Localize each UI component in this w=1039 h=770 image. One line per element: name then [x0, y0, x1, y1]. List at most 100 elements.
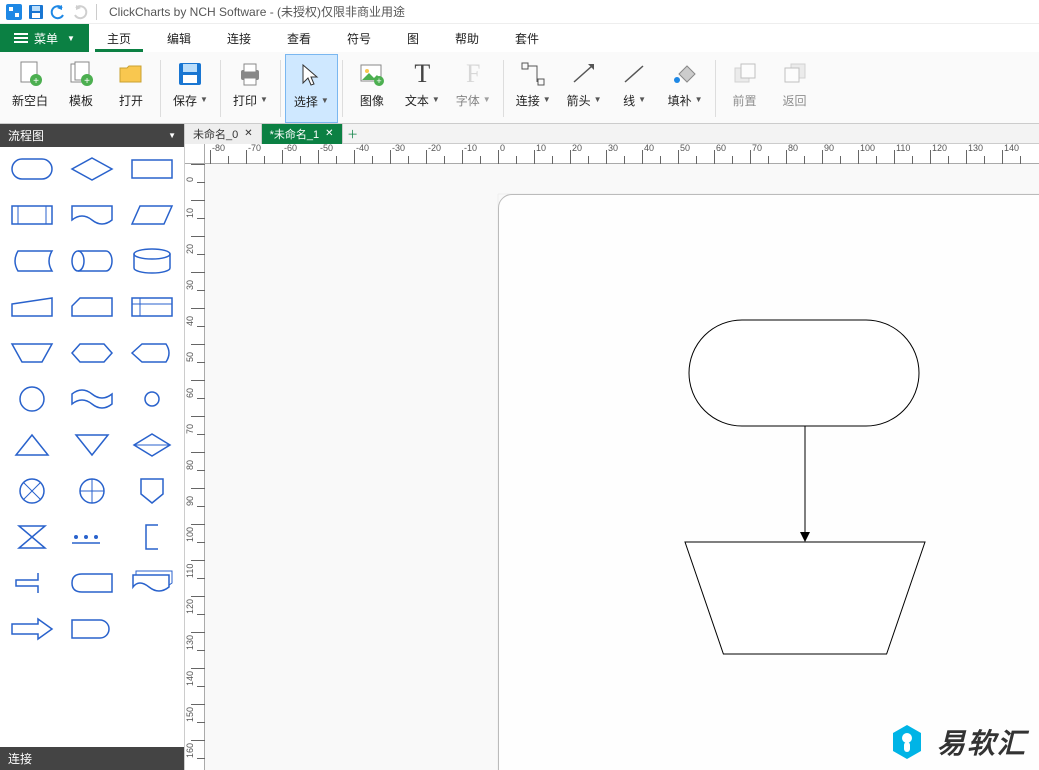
- shape-database[interactable]: [130, 245, 174, 277]
- shape-bracket[interactable]: [130, 521, 174, 553]
- front-button[interactable]: 前置: [720, 54, 770, 123]
- shape-extract[interactable]: [10, 429, 54, 461]
- shape-or[interactable]: [10, 475, 54, 507]
- sidebar-footer-label: 连接: [8, 752, 32, 766]
- shape-direct-data[interactable]: [70, 245, 114, 277]
- toolbar-separator: [503, 60, 504, 117]
- shape-loop[interactable]: [70, 567, 114, 599]
- text-button[interactable]: T 文本▼: [397, 54, 448, 123]
- chevron-down-icon[interactable]: ▼: [260, 95, 268, 104]
- chevron-down-icon: ▼: [67, 34, 75, 43]
- shape-display[interactable]: [130, 337, 174, 369]
- shape-process[interactable]: [130, 153, 174, 185]
- open-button[interactable]: 打开: [106, 54, 156, 123]
- titlebar-separator: [96, 4, 97, 20]
- toolbar-label: 选择: [294, 93, 318, 110]
- toolbar-label: 模板: [69, 92, 93, 109]
- shape-card[interactable]: [70, 291, 114, 323]
- shape-predefined[interactable]: [10, 199, 54, 231]
- arrow-button[interactable]: 箭头▼: [559, 54, 610, 123]
- chevron-down-icon[interactable]: ▼: [594, 95, 602, 104]
- ruler-corner: [185, 144, 205, 164]
- shape-terminator[interactable]: [10, 153, 54, 185]
- shape-connector[interactable]: [10, 383, 54, 415]
- tab-suite[interactable]: 套件: [497, 24, 557, 52]
- tab-edit[interactable]: 编辑: [149, 24, 209, 52]
- undo-icon[interactable]: [48, 2, 68, 22]
- shape-manual-op[interactable]: [10, 337, 54, 369]
- font-button[interactable]: F 字体▼: [448, 54, 499, 123]
- menu-button[interactable]: 菜单 ▼: [0, 24, 89, 52]
- save-quick-icon[interactable]: [26, 2, 46, 22]
- fill-button[interactable]: 填补▼: [660, 54, 711, 123]
- image-button[interactable]: + 图像: [347, 54, 397, 123]
- document-tab[interactable]: *未命名_1 ✕: [262, 124, 343, 144]
- chevron-down-icon[interactable]: ▼: [695, 95, 703, 104]
- chevron-down-icon[interactable]: ▼: [638, 95, 646, 104]
- redo-icon[interactable]: [70, 2, 90, 22]
- chevron-down-icon[interactable]: ▼: [483, 95, 491, 104]
- shape-internal-storage[interactable]: [130, 291, 174, 323]
- save-button[interactable]: 保存▼: [165, 54, 216, 123]
- tab-connect[interactable]: 连接: [209, 24, 269, 52]
- tab-view[interactable]: 查看: [269, 24, 329, 52]
- chevron-down-icon[interactable]: ▼: [321, 96, 329, 105]
- back-button[interactable]: 返回: [770, 54, 820, 123]
- tab-home[interactable]: 主页: [89, 24, 149, 52]
- toolbar-separator: [220, 60, 221, 117]
- shape-decision[interactable]: [70, 153, 114, 185]
- chevron-down-icon[interactable]: ▼: [543, 95, 551, 104]
- shape-sum[interactable]: [70, 475, 114, 507]
- hamburger-icon: [14, 33, 28, 43]
- tab-label: 套件: [515, 30, 539, 47]
- shape-manual-input[interactable]: [10, 291, 54, 323]
- toolbar-separator: [715, 60, 716, 117]
- add-document-button[interactable]: ＋: [343, 126, 363, 142]
- tab-label: 图: [407, 30, 419, 47]
- shape-transfer[interactable]: [10, 567, 54, 599]
- tab-chart[interactable]: 图: [389, 24, 437, 52]
- app-icon[interactable]: [4, 2, 24, 22]
- select-icon: [294, 59, 328, 91]
- line-button[interactable]: 线▼: [610, 54, 660, 123]
- canvas-shapes[interactable]: [205, 164, 1039, 770]
- new-blank-button[interactable]: + 新空白: [4, 54, 56, 123]
- document-tab-label: *未命名_1: [270, 126, 320, 142]
- close-icon[interactable]: ✕: [325, 128, 333, 139]
- tab-help[interactable]: 帮助: [437, 24, 497, 52]
- chevron-down-icon[interactable]: ▼: [432, 95, 440, 104]
- toolbar-label: 连接: [516, 92, 540, 109]
- select-button[interactable]: 选择▼: [285, 54, 338, 123]
- chevron-down-icon[interactable]: ▼: [200, 95, 208, 104]
- ruler-horizontal: -80-70-60-50-40-30-20-100102030405060708…: [205, 144, 1039, 164]
- shape-offpage[interactable]: [130, 475, 174, 507]
- shape-arrow-right[interactable]: [10, 613, 54, 645]
- shape-data[interactable]: [130, 199, 174, 231]
- toolbar-label: 新空白: [12, 92, 48, 109]
- canvas[interactable]: [205, 164, 1039, 770]
- close-icon[interactable]: ✕: [244, 128, 252, 139]
- shape-delay[interactable]: [70, 521, 114, 553]
- shape-tape[interactable]: [70, 383, 114, 415]
- tab-label: 编辑: [167, 30, 191, 47]
- watermark-text: 易软汇: [937, 722, 1027, 762]
- tab-symbol[interactable]: 符号: [329, 24, 389, 52]
- connect-button[interactable]: 连接▼: [508, 54, 559, 123]
- tab-label: 主页: [107, 30, 131, 47]
- document-tab[interactable]: 未命名_0 ✕: [185, 124, 262, 144]
- sidebar-header[interactable]: 流程图 ▼: [0, 124, 184, 147]
- watermark: 易软汇: [887, 722, 1027, 762]
- shape-stored-data[interactable]: [10, 245, 54, 277]
- shape-multidoc[interactable]: [130, 567, 174, 599]
- shape-sort[interactable]: [130, 429, 174, 461]
- shape-merge[interactable]: [70, 429, 114, 461]
- shape-delay-alt[interactable]: [70, 613, 114, 645]
- toolbar-label: 填补: [668, 92, 692, 109]
- shape-collate[interactable]: [10, 521, 54, 553]
- shape-connector-small[interactable]: [130, 383, 174, 415]
- print-button[interactable]: 打印▼: [225, 54, 276, 123]
- shape-preparation[interactable]: [70, 337, 114, 369]
- template-button[interactable]: + 模板: [56, 54, 106, 123]
- sidebar-footer[interactable]: 连接: [0, 747, 184, 770]
- shape-document[interactable]: [70, 199, 114, 231]
